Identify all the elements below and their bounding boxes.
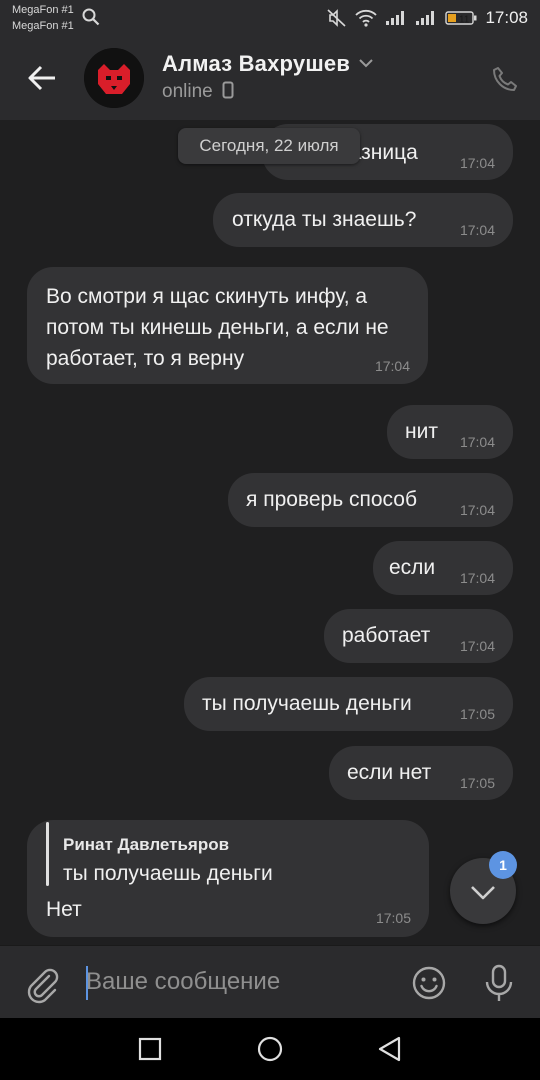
message-text: если нет	[347, 761, 432, 784]
chat-header: Алмаз Вахрушев online	[0, 38, 540, 120]
mobile-icon	[222, 81, 234, 99]
search-icon	[82, 8, 100, 26]
message-time: 17:04	[459, 434, 495, 450]
status-text: online	[162, 81, 213, 102]
contact-name[interactable]: Алмаз Вахрушев	[162, 51, 350, 77]
message-in-reply[interactable]: Ринат Давлетьяров ты получаешь деньги Не…	[27, 820, 429, 937]
message-text: я проверь способ	[246, 488, 417, 511]
reply-quote-bar	[46, 822, 49, 886]
back-arrow-icon[interactable]	[26, 61, 60, 95]
message-text: работает	[342, 624, 431, 647]
battery-level: 11	[459, 15, 470, 26]
reply-text: ты получаешь деньги	[63, 862, 273, 885]
chevron-down-icon[interactable]	[358, 58, 374, 68]
mute-icon	[327, 9, 347, 27]
message-out[interactable]: я проверь способ 17:04	[228, 473, 513, 527]
message-text: нит	[405, 420, 438, 443]
message-out[interactable]: нит 17:04	[387, 405, 513, 459]
wifi-icon	[355, 9, 378, 27]
message-time: 17:05	[375, 910, 411, 926]
message-text: ты получаешь деньги	[202, 692, 412, 715]
microphone-icon[interactable]	[482, 963, 516, 1003]
back-icon[interactable]	[377, 1035, 403, 1063]
message-time: 17:04	[459, 222, 495, 238]
avatar[interactable]	[84, 48, 144, 108]
message-text: Во смотри я щас скинуть инфу, а потом ты…	[46, 285, 389, 370]
message-out[interactable]: если нет 17:05	[329, 746, 513, 800]
message-time: 17:05	[459, 706, 495, 722]
message-time: 17:04	[459, 155, 495, 171]
message-text: откуда ты знаешь?	[232, 208, 417, 231]
message-list[interactable]: разница 17:04 Сегодня, 22 июля откуда ты…	[0, 120, 540, 945]
message-out[interactable]: откуда ты знаешь? 17:04	[213, 193, 513, 247]
home-icon[interactable]	[256, 1035, 284, 1063]
message-time: 17:04	[459, 502, 495, 518]
recents-icon[interactable]	[138, 1037, 162, 1061]
message-time: 17:04	[459, 638, 495, 654]
status-bar: MegaFon #1 MegaFon #1 11 17:08	[0, 0, 540, 38]
message-text: Нет	[46, 898, 82, 921]
reply-author: Ринат Давлетьяров	[63, 835, 230, 854]
message-time: 17:04	[374, 358, 410, 374]
emoji-icon[interactable]	[410, 964, 448, 1002]
message-composer: Ваше сообщение	[0, 945, 540, 1019]
message-text: если	[389, 556, 436, 579]
contact-status: online	[162, 81, 234, 103]
message-out[interactable]: работает 17:04	[324, 609, 513, 663]
message-in[interactable]: Во смотри я щас скинуть инфу, а потом ты…	[27, 267, 428, 384]
date-divider: Сегодня, 22 июля	[178, 128, 360, 164]
message-out[interactable]: ты получаешь деньги 17:05	[184, 677, 513, 731]
system-nav-bar	[0, 1018, 540, 1080]
message-out[interactable]: если 17:04	[373, 541, 513, 595]
carrier-label-2: MegaFon #1	[12, 20, 74, 32]
clock: 17:08	[485, 8, 528, 27]
carrier-label-1: MegaFon #1	[12, 4, 74, 16]
signal-icon-2	[416, 11, 435, 25]
avatar-image	[84, 48, 144, 108]
message-time: 17:05	[459, 775, 495, 791]
signal-icon-1	[386, 11, 405, 25]
unread-badge: 1	[489, 851, 517, 879]
message-input[interactable]: Ваше сообщение	[86, 968, 280, 996]
message-time: 17:04	[459, 570, 495, 586]
attach-icon[interactable]	[22, 964, 62, 1004]
battery-icon: 11	[445, 11, 477, 26]
phone-call-icon[interactable]	[492, 66, 518, 92]
